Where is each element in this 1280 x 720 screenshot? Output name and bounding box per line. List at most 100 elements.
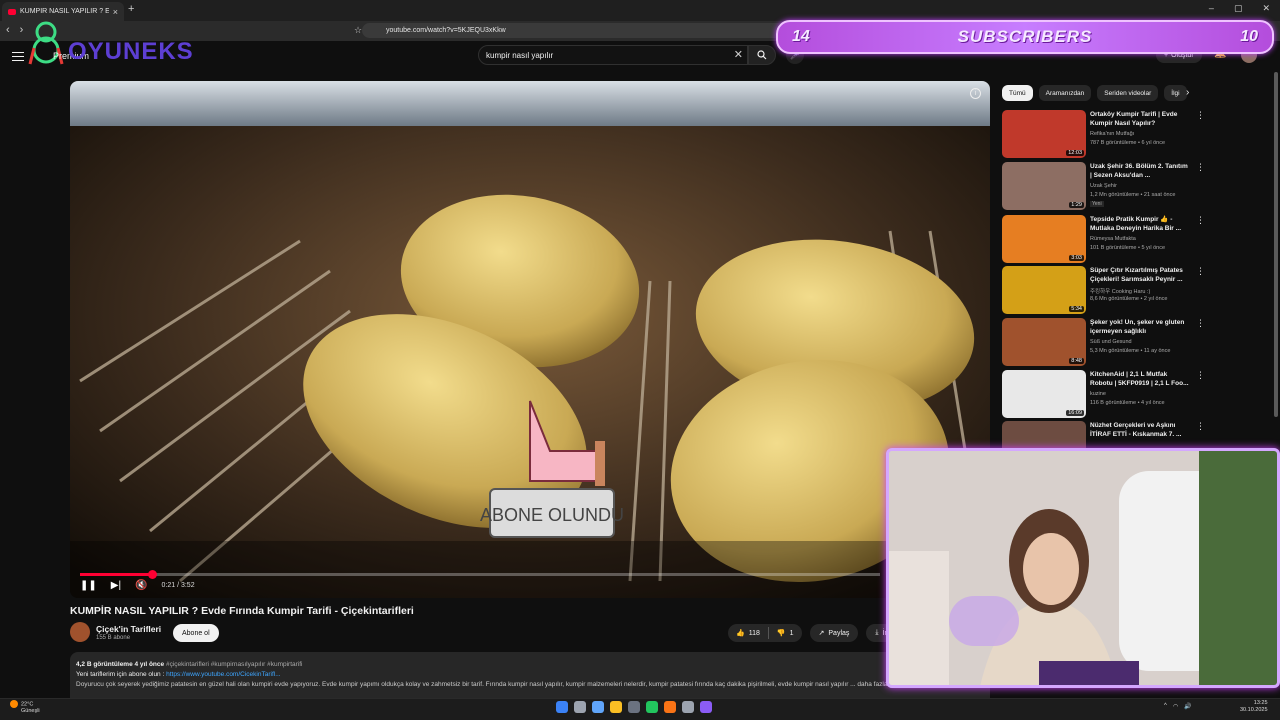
reco-meta: 1,2 Mn görüntüleme • 21 saat önce (1090, 192, 1176, 198)
recommendation-item[interactable]: 5:34 Süper Çıtır Kızartılmış Patates Çiçe… (1002, 266, 1205, 316)
search-input[interactable]: kumpir nasıl yapılır ✕ (478, 45, 748, 65)
share-button[interactable]: ↗ Paylaş (809, 624, 859, 642)
video-thumbnail[interactable]: 16:09 (1002, 370, 1086, 418)
reco-meta: 5,3 Mn görüntüleme • 11 ay önce (1090, 348, 1171, 354)
start-icon[interactable] (556, 701, 568, 713)
duration-badge: 16:09 (1066, 410, 1084, 416)
new-tab-button[interactable]: + (128, 3, 134, 15)
more-options-icon[interactable]: ⋮ (1196, 215, 1205, 226)
mute-icon[interactable]: 🔇 (135, 580, 147, 591)
tab-close-icon[interactable]: × (113, 7, 118, 17)
info-icon[interactable]: i (970, 88, 981, 99)
pause-icon[interactable]: ❚❚ (80, 580, 97, 591)
maximize-button[interactable]: ▢ (1234, 3, 1243, 14)
address-bar[interactable]: youtube.com/watch?v=5KJEQU3xKkw (362, 23, 792, 38)
brave-icon[interactable] (664, 701, 676, 713)
search-button[interactable] (748, 45, 776, 65)
recommendation-item[interactable]: 12:03 Ortaköy Kumpir Tarifi | Evde Kumpir… (1002, 110, 1205, 160)
clock[interactable]: 13:25 30.10.2025 (1240, 700, 1268, 714)
channel-name[interactable]: Çiçek'in Tarifleri (96, 624, 161, 634)
time-display: 0:21 / 3:52 (161, 582, 195, 589)
more-options-icon[interactable]: ⋮ (1196, 110, 1205, 121)
dislike-button[interactable]: 👎 1 (769, 629, 802, 638)
chip-all[interactable]: Tümü (1002, 85, 1033, 101)
webcam-overlay (886, 448, 1280, 688)
url-text: youtube.com/watch?v=5KJEQU3xKkw (386, 27, 506, 34)
chevron-up-icon[interactable]: ^ (1164, 703, 1167, 710)
progress-scrubber[interactable] (148, 570, 157, 579)
clear-search-icon[interactable]: ✕ (734, 48, 743, 61)
spotify-icon[interactable] (646, 701, 658, 713)
reco-title[interactable]: Şeker yok! Un, şeker ve gluten içermeyen… (1090, 318, 1190, 337)
video-actions: 👍118 👎1 ↗Paylaş ⤓İndir (728, 624, 906, 642)
nav-arrows: ‹ › (6, 24, 23, 36)
more-options-icon[interactable]: ⋮ (1196, 318, 1205, 329)
obs-icon[interactable] (682, 701, 694, 713)
channel-avatar[interactable] (70, 622, 90, 642)
duration-badge: 5:34 (1069, 306, 1084, 312)
more-options-icon[interactable]: ⋮ (1196, 162, 1205, 173)
reco-channel[interactable]: Uzak Şehir (1090, 183, 1117, 189)
duration-badge: 1:29 (1069, 202, 1084, 208)
more-options-icon[interactable]: ⋮ (1196, 370, 1205, 381)
video-frame: ABONE OLUNDU (70, 81, 990, 598)
subscribe-prompt: Yeni tariflerim için abone olun : (76, 671, 167, 678)
sun-icon (10, 700, 18, 708)
chip-series[interactable]: Seriden videolar (1097, 85, 1159, 101)
recommendation-item[interactable]: 16:09 KitchenAid | 2,1 L Mutfak Robotu | … (1002, 370, 1205, 420)
next-icon[interactable]: ▶| (111, 580, 121, 591)
chip-from-search[interactable]: Aramanızdan (1038, 85, 1092, 101)
video-thumbnail[interactable]: 12:03 (1002, 110, 1086, 158)
chip-related[interactable]: İlgi (1164, 85, 1187, 101)
progress-bar[interactable] (80, 570, 880, 579)
reco-channel[interactable]: 주킹하우 Cooking Haru :) (1090, 287, 1150, 295)
reco-title[interactable]: Tepside Pratik Kumpir 👍 - Mutlaka Deneyi… (1090, 215, 1190, 233)
reco-title[interactable]: Uzak Şehir 36. Bölüm 2. Tanıtım | Sezen … (1090, 162, 1190, 180)
file-explorer-icon[interactable] (610, 701, 622, 713)
hashtags[interactable]: #çiçekintarifleri #kumpirnasılyapılır #k… (166, 661, 303, 668)
weather-widget[interactable]: 22°C Güneşli (10, 700, 40, 715)
reco-channel[interactable]: Rümeysa Mutfakta (1090, 236, 1136, 242)
player-controls: ❚❚ ▶| 🔇 0:21 / 3:52 (80, 580, 195, 591)
video-thumbnail[interactable]: 1:29 (1002, 162, 1086, 210)
subscribe-button[interactable]: Abone ol (173, 624, 219, 642)
reco-title[interactable]: KitchenAid | 2,1 L Mutfak Robotu | 5KFP0… (1090, 370, 1190, 388)
reco-title[interactable]: Süper Çıtır Kızartılmış Patates Çiçekler… (1090, 266, 1190, 284)
recommendation-item[interactable]: 1:29 Uzak Şehir 36. Bölüm 2. Tanıtım | Se… (1002, 162, 1205, 212)
discord-icon[interactable] (700, 701, 712, 713)
volume-icon[interactable]: 🔊 (1184, 703, 1191, 710)
task-view-icon[interactable] (592, 701, 604, 713)
more-options-icon[interactable]: ⋮ (1196, 266, 1205, 277)
close-window-button[interactable]: ✕ (1262, 3, 1270, 14)
app-icon[interactable] (628, 701, 640, 713)
reco-title[interactable]: Ortaköy Kumpir Tarifi | Evde Kumpir Nası… (1090, 110, 1190, 128)
reco-meta: 116 B görüntüleme • 4 yıl önce (1090, 400, 1165, 406)
video-thumbnail[interactable]: 3:03 (1002, 215, 1086, 263)
search-taskbar-icon[interactable] (574, 701, 586, 713)
video-player[interactable]: ABONE OLUNDU (70, 81, 990, 598)
video-thumbnail[interactable]: 5:34 (1002, 266, 1086, 314)
chevron-right-icon[interactable]: › (1186, 87, 1189, 98)
search-icon (757, 50, 767, 60)
reco-meta: 101 B görüntüleme • 5 yıl önce (1090, 245, 1165, 251)
duration-badge: 3:03 (1069, 255, 1084, 261)
channel-link[interactable]: https://www.youtube.com/CicekinTarifl... (166, 671, 281, 678)
subscriber-count-right: 10 (1240, 28, 1258, 45)
recommendation-item[interactable]: 8:48 Şeker yok! Un, şeker ve gluten içerm… (1002, 318, 1205, 368)
forward-icon[interactable]: › (20, 24, 24, 36)
back-icon[interactable]: ‹ (6, 24, 10, 36)
reco-channel[interactable]: kuzine (1090, 391, 1106, 397)
bookmark-icon[interactable]: ☆ (354, 25, 362, 36)
page-scrollbar[interactable] (1274, 72, 1278, 417)
like-dislike-group: 👍 118 👎 1 (728, 624, 802, 642)
reco-channel[interactable]: Süß und Gesund (1090, 339, 1132, 345)
reco-title[interactable]: Nüzhet Gerçekleri ve Aşkını İTİRAF ETTİ … (1090, 421, 1190, 439)
recommendation-item[interactable]: 3:03 Tepside Pratik Kumpir 👍 - Mutlaka De… (1002, 215, 1205, 265)
reco-channel[interactable]: Refika'nın Mutfağı (1090, 131, 1134, 137)
like-button[interactable]: 👍 118 (728, 629, 768, 638)
wifi-icon[interactable]: ◠ (1173, 703, 1178, 710)
video-thumbnail[interactable]: 8:48 (1002, 318, 1086, 366)
minimize-button[interactable]: – (1209, 3, 1214, 14)
menu-icon[interactable] (12, 49, 24, 64)
more-options-icon[interactable]: ⋮ (1196, 421, 1205, 432)
